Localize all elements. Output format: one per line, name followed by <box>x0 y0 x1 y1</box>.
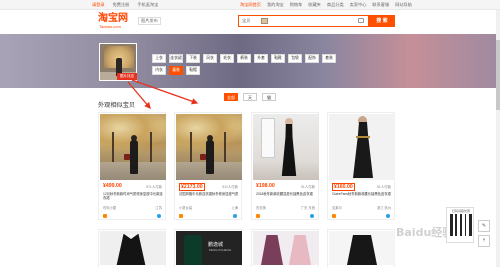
style-chip[interactable]: 内衣 <box>152 66 166 75</box>
product-image[interactable] <box>176 114 242 180</box>
product-shop[interactable]: 克莱尔 <box>332 205 342 210</box>
scrollbar[interactable] <box>496 10 500 267</box>
product-price: ¥198.00 <box>256 183 275 189</box>
logo-subtext: Taobao.com <box>99 24 121 29</box>
product-location: 广东 东莞 <box>300 206 315 210</box>
logo-text: 淘宝网 <box>98 13 128 24</box>
tab-mao[interactable]: 猫 <box>262 93 276 101</box>
style-chip[interactable]: 下装 <box>186 54 200 63</box>
scrollbar-thumb[interactable] <box>496 40 500 110</box>
image-search-switch[interactable]: 图片发布 <box>138 17 161 25</box>
product-card[interactable]: ¥198.00 51人付款 2018秋冬新款收腰显瘦长袖黑色连衣裙 衣衣美 广东… <box>251 112 319 220</box>
product-shop[interactable]: 时尚小屋 <box>103 205 116 210</box>
product-image[interactable] <box>329 231 395 265</box>
product-image[interactable]: 鹏逸城 PENGYICHENG <box>176 231 242 265</box>
home-link[interactable]: 淘宝网首页 <box>240 0 261 10</box>
chat-icon[interactable] <box>310 214 314 218</box>
product-image[interactable] <box>253 231 319 265</box>
style-chip[interactable]: 裤装 <box>237 54 251 63</box>
style-chip[interactable]: 风衣 <box>203 54 217 63</box>
tab-all[interactable]: 全部 <box>224 93 238 101</box>
product-sales: 51人付款 <box>377 185 391 189</box>
camera-icon[interactable] <box>358 18 364 23</box>
search-button[interactable]: 搜 索 <box>369 15 395 27</box>
product-price: ¥499.00 <box>103 183 122 189</box>
tab-tian[interactable]: 天 <box>243 93 257 101</box>
chat-icon[interactable] <box>233 214 237 218</box>
find-shop-badge[interactable]: 图片找店 <box>117 73 137 80</box>
product-location: 上海 <box>231 206 238 210</box>
product-image[interactable] <box>100 114 166 180</box>
product-title[interactable]: 12月秋冬新款时尚气质修身显瘦中长款连衣裙 <box>103 192 163 201</box>
header: 淘宝网 Taobao.com 图片发布 宝贝 搜 索 <box>0 10 500 34</box>
shop-icon[interactable] <box>179 214 183 218</box>
product-card[interactable] <box>327 229 395 267</box>
style-chip[interactable]: 连衣裙 <box>169 54 183 63</box>
style-chip[interactable]: 毛衣 <box>220 54 234 63</box>
product-card[interactable]: ¥160.00 51人付款 ClaireFans秋冬新款收腰长袖黑色连衣裙 克莱… <box>327 112 395 220</box>
top-bar: 请登录 免费注册 手机逛淘宝 淘宝网首页 我的淘宝 购物车 收藏夹 商品分类 卖… <box>0 0 500 10</box>
product-card[interactable]: ¥2173.00 511人付款 法国风格中长款连衣裙秋冬修身显瘦气质 小夏女装 … <box>174 112 242 220</box>
search-scope[interactable]: 宝贝 <box>242 17 250 25</box>
chat-icon[interactable] <box>157 214 161 218</box>
product-sales: 571人付款 <box>146 185 162 189</box>
feedback-icon[interactable]: ✎ <box>478 220 490 232</box>
uploaded-image-thumbnail <box>261 18 268 24</box>
product-image[interactable] <box>100 231 166 265</box>
section-title: 外观相似宝贝 <box>98 102 136 109</box>
style-chip-active[interactable]: 童装 <box>169 66 183 75</box>
page: 请登录 免费注册 手机逛淘宝 淘宝网首页 我的淘宝 购物车 收藏夹 商品分类 卖… <box>0 0 500 267</box>
product-card[interactable] <box>98 229 166 267</box>
style-chip[interactable]: 鞋帽 <box>186 66 200 75</box>
product-sales: 511人付款 <box>222 185 238 189</box>
chat-icon[interactable] <box>386 214 390 218</box>
product-title[interactable]: 法国风格中长款连衣裙秋冬修身显瘦气质 <box>179 192 239 196</box>
taobao-logo[interactable]: 淘宝网 Taobao.com <box>98 13 134 29</box>
product-card[interactable]: 鹏逸城 PENGYICHENG <box>174 229 242 267</box>
baidu-watermark: Baidu经验 <box>396 226 454 239</box>
back-to-top-icon[interactable]: ⇡ <box>478 235 490 247</box>
product-price: ¥2173.00 <box>179 183 205 191</box>
style-chip[interactable]: 包袋 <box>288 54 302 63</box>
register-link[interactable]: 免费注册 <box>113 0 130 10</box>
qr-code-panel[interactable]: 扫码领取优惠 <box>446 207 474 243</box>
product-location: 浙江 杭州 <box>376 206 391 210</box>
brand-text: 鹏逸城 <box>208 242 224 248</box>
shop-icon[interactable] <box>256 214 260 218</box>
product-image[interactable] <box>253 114 319 180</box>
product-price: ¥160.00 <box>332 183 355 191</box>
search-box[interactable]: 宝贝 <box>238 15 369 27</box>
filter-tabs: 全部 天 猫 <box>224 93 276 101</box>
category-link[interactable]: 商品分类 <box>327 0 344 10</box>
product-shop[interactable]: 衣衣美 <box>256 205 266 210</box>
style-chip[interactable]: 配饰 <box>305 54 319 63</box>
login-link[interactable]: 请登录 <box>92 0 105 10</box>
style-chip[interactable]: 外套 <box>254 54 268 63</box>
style-chip[interactable]: 上衣 <box>152 54 166 63</box>
product-location: 江苏 <box>155 206 162 210</box>
product-sales: 51人付款 <box>301 185 315 189</box>
qr-caption: 扫码领取优惠 <box>451 209 470 213</box>
seller-center-link[interactable]: 卖家中心 <box>350 0 367 10</box>
brand-subtext: PENGYICHENG <box>209 248 232 252</box>
shop-icon[interactable] <box>332 214 336 218</box>
product-card[interactable] <box>251 229 319 267</box>
qr-code-icon <box>450 214 472 236</box>
product-title[interactable]: 2018秋冬新款收腰显瘦长袖黑色连衣裙 <box>256 192 316 196</box>
favorites-link[interactable]: 收藏夹 <box>308 0 321 10</box>
service-link[interactable]: 联系客服 <box>372 0 389 10</box>
style-chip[interactable]: 鞋靴 <box>271 54 285 63</box>
product-shop[interactable]: 小夏女装 <box>179 205 192 210</box>
product-card[interactable]: ¥499.00 571人付款 12月秋冬新款时尚气质修身显瘦中长款连衣裙 时尚小… <box>98 112 166 220</box>
style-chip[interactable]: 套装 <box>322 54 336 63</box>
product-title[interactable]: ClaireFans秋冬新款收腰长袖黑色连衣裙 <box>332 192 392 196</box>
my-taobao-link[interactable]: 我的淘宝 <box>267 0 284 10</box>
shop-icon[interactable] <box>103 214 107 218</box>
cart-link[interactable]: 购物车 <box>290 0 303 10</box>
mobile-link[interactable]: 手机逛淘宝 <box>137 0 158 10</box>
site-nav-link[interactable]: 网站导航 <box>395 0 412 10</box>
product-image[interactable] <box>329 114 395 180</box>
